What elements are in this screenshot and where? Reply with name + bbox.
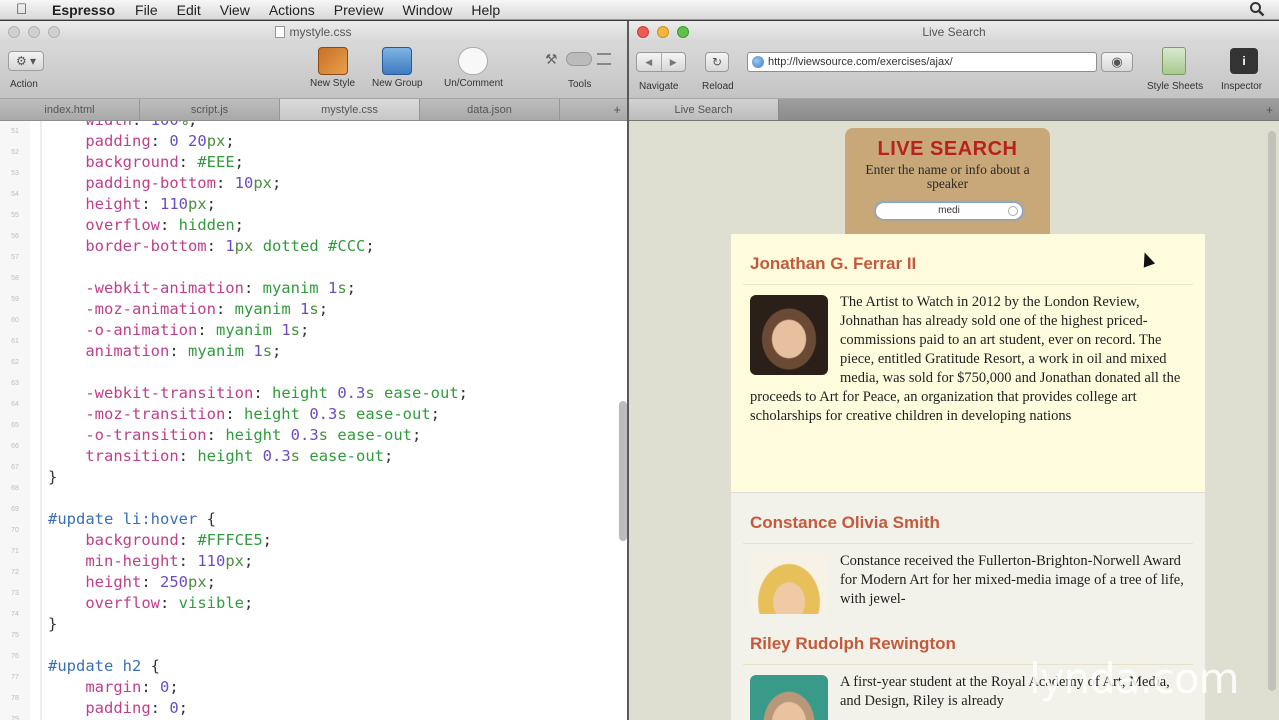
tab-index-html[interactable]: index.html	[0, 99, 140, 120]
minimize-button[interactable]	[28, 26, 40, 38]
apple-icon[interactable]: 	[16, 0, 34, 20]
code-editor[interactable]: 51 52 53 54 55 56 57 58 59 60 61 62 63 64 65 66 67 68 69 70…	[0, 121, 627, 720]
eye-icon[interactable]: ◉	[1101, 52, 1133, 72]
reload-label: Reload	[702, 81, 734, 92]
new-style-icon	[317, 47, 348, 75]
zoom-button[interactable]	[48, 26, 60, 38]
new-group-button[interactable]: New Group	[372, 47, 423, 89]
line-gutter: 51 52 53 54 55 56 57 58 59 60 61 62 63 64 65 66 67 68 69 70…	[0, 121, 30, 720]
search-input[interactable]: medi	[875, 202, 1023, 220]
editor-titlebar: mystyle.css	[0, 21, 627, 43]
style-sheets-icon[interactable]	[1162, 47, 1186, 75]
menu-preview[interactable]: Preview	[334, 2, 384, 18]
browser-close-button[interactable]	[637, 26, 649, 38]
tools-group[interactable]: ⚒	[545, 51, 611, 67]
browser-titlebar: Live Search	[629, 21, 1279, 43]
tools-label: Tools	[568, 79, 592, 90]
live-search-box: LIVE SEARCH Enter the name or info about…	[845, 128, 1050, 236]
menu-view[interactable]: View	[220, 2, 250, 18]
editor-tabbar: index.html script.js mystyle.css data.js…	[0, 99, 627, 121]
window-controls	[8, 26, 60, 38]
tab-data-json[interactable]: data.json	[420, 99, 560, 120]
toggle-icon[interactable]	[566, 52, 592, 66]
new-style-button[interactable]: New Style	[310, 47, 355, 89]
browser-tabbar: Live Search +	[629, 99, 1279, 121]
browser-title: Live Search	[922, 25, 986, 39]
back-arrow-icon[interactable]: ◀	[637, 53, 661, 71]
address-url: http://lviewsource.com/exercises/ajax/	[768, 56, 953, 68]
speaker-name: Jonathan G. Ferrar II	[750, 254, 917, 273]
code-lines: width: 100%; padding: 0 20px; background…	[48, 121, 469, 717]
navigate-buttons: ◀ ▶	[636, 52, 686, 72]
editor-title: mystyle.css	[289, 25, 352, 39]
inspector-icon[interactable]: i	[1230, 48, 1258, 74]
speaker-photo	[750, 675, 828, 720]
browser-window: Live Search ◀ ▶ Navigate ↻ Reload http:/…	[629, 21, 1279, 720]
search-subtitle: Enter the name or info about a speaker	[865, 162, 1030, 191]
action-label: Action	[10, 79, 38, 90]
list-item[interactable]: Constance Olivia Smith Constance receive…	[731, 492, 1205, 614]
menu-file[interactable]: File	[135, 2, 158, 18]
close-button[interactable]	[8, 26, 20, 38]
new-style-label: New Style	[310, 78, 356, 89]
speaker-photo	[750, 554, 828, 614]
clear-search-icon[interactable]	[1008, 206, 1018, 216]
tab-script-js[interactable]: script.js	[140, 99, 280, 120]
browser-minimize-button[interactable]	[657, 26, 669, 38]
editor-toolbar: ⚙ ▾ Action New Style New Group Un/Commen…	[0, 43, 627, 99]
results-list: Jonathan G. Ferrar II The Artist to Watc…	[731, 234, 1205, 720]
speaker-bio: Constance received the Fullerton-Brighto…	[840, 553, 1184, 607]
browser-window-controls	[637, 26, 689, 38]
new-group-label: New Group	[372, 78, 423, 89]
add-tab-button[interactable]: +	[560, 99, 627, 120]
list-icon[interactable]	[597, 53, 611, 65]
speaker-name: Riley Rudolph Rewington	[750, 634, 956, 653]
globe-icon	[752, 56, 764, 68]
browser-zoom-button[interactable]	[677, 26, 689, 38]
style-sheets-label: Style Sheets	[1147, 81, 1204, 92]
editor-window: mystyle.css ⚙ ▾ Action New Style New Gro…	[0, 21, 627, 720]
navigate-label: Navigate	[639, 81, 679, 92]
menu-app-name[interactable]: Espresso	[52, 2, 115, 18]
menu-window[interactable]: Window	[403, 2, 453, 18]
document-icon	[275, 26, 286, 38]
inspector-label: Inspector	[1221, 81, 1263, 92]
action-gear-button[interactable]: ⚙ ▾	[8, 51, 44, 71]
forward-arrow-icon[interactable]: ▶	[660, 53, 686, 71]
speaker-photo	[750, 295, 828, 375]
address-bar[interactable]: http://lviewsource.com/exercises/ajax/	[747, 52, 1097, 72]
tab-mystyle-css[interactable]: mystyle.css	[280, 99, 420, 120]
tab-live-search[interactable]: Live Search	[629, 99, 779, 120]
speaker-name: Constance Olivia Smith	[750, 513, 940, 532]
menu-actions[interactable]: Actions	[269, 2, 315, 18]
menubar:  Espresso File Edit View Actions Previe…	[0, 0, 1279, 20]
add-browser-tab-button[interactable]: +	[779, 99, 1279, 120]
browser-scrollbar[interactable]	[1268, 131, 1276, 691]
menu-edit[interactable]: Edit	[177, 2, 201, 18]
wrench-icon[interactable]: ⚒	[545, 51, 561, 67]
watermark: lynda.com	[1029, 654, 1240, 703]
search-title: LIVE SEARCH	[877, 138, 1018, 160]
browser-toolbar: ◀ ▶ Navigate ↻ Reload http://lviewsource…	[629, 43, 1279, 99]
list-item[interactable]: Jonathan G. Ferrar II The Artist to Watc…	[731, 234, 1205, 492]
uncomment-button[interactable]: Un/Comment	[444, 47, 503, 89]
search-input-value: medi	[938, 205, 960, 216]
menu-help[interactable]: Help	[471, 2, 500, 18]
editor-scrollbar[interactable]	[619, 401, 627, 541]
uncomment-label: Un/Comment	[444, 78, 503, 89]
spotlight-icon[interactable]	[1249, 1, 1265, 17]
reload-icon[interactable]: ↻	[705, 52, 729, 72]
page-viewport: LIVE SEARCH Enter the name or info about…	[629, 121, 1279, 720]
comment-bubble-icon	[458, 47, 489, 75]
folder-icon	[382, 47, 413, 75]
